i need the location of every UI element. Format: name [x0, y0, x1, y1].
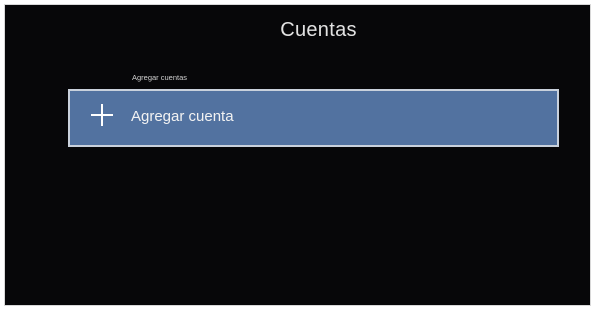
plus-icon: [91, 104, 113, 126]
accounts-screen: Cuentas Agregar cuentas Agregar cuenta: [4, 4, 591, 306]
add-account-button[interactable]: Agregar cuenta: [68, 89, 559, 147]
section-label: Agregar cuentas: [132, 73, 188, 82]
page-title: Cuentas: [280, 19, 357, 41]
add-account-label: Agregar cuenta: [131, 108, 234, 125]
